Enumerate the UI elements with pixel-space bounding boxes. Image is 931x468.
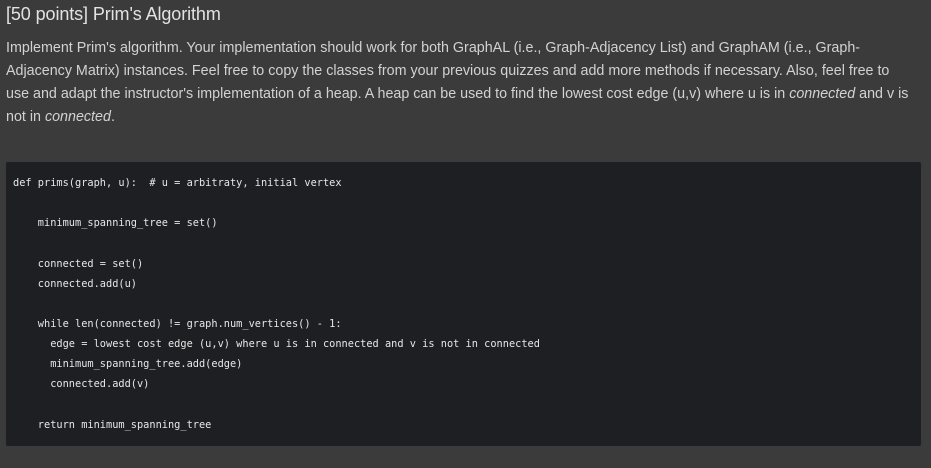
- code-block: def prims(graph, u): # u = arbitraty, in…: [6, 162, 921, 446]
- emphasis-connected: connected: [789, 86, 856, 102]
- code-line: minimum_spanning_tree = set(): [13, 217, 218, 229]
- code-line: connected = set(): [13, 258, 144, 270]
- description-line: Implement Prim's algorithm. Your impleme…: [6, 40, 861, 56]
- code-line: minimum_spanning_tree.add(edge): [13, 358, 243, 370]
- question-page: [50 points] Prim's Algorithm Implement P…: [0, 0, 931, 468]
- code-line: def prims(graph, u): # u = arbitraty, in…: [13, 177, 342, 189]
- emphasis-connected: connected: [44, 109, 111, 125]
- code-line: edge = lowest cost edge (u,v) where u is…: [13, 338, 540, 350]
- description-text: use and adapt the instructor's implement…: [6, 86, 790, 102]
- code-line: connected.add(v): [13, 378, 150, 390]
- description-line: not in connected.: [6, 106, 924, 129]
- code-line: while len(connected) != graph.num_vertic…: [13, 318, 342, 330]
- description-line: Adjacency Matrix) instances. Feel free t…: [6, 63, 890, 79]
- description-text: not in: [6, 109, 45, 125]
- question-description: Implement Prim's algorithm. Your impleme…: [6, 37, 924, 129]
- description-text: and v is: [855, 86, 909, 102]
- code-line: return minimum_spanning_tree: [13, 419, 212, 431]
- code-line: connected.add(u): [13, 278, 137, 290]
- description-text: .: [110, 109, 115, 125]
- description-line: use and adapt the instructor's implement…: [6, 83, 924, 106]
- question-title: [50 points] Prim's Algorithm: [6, 4, 221, 24]
